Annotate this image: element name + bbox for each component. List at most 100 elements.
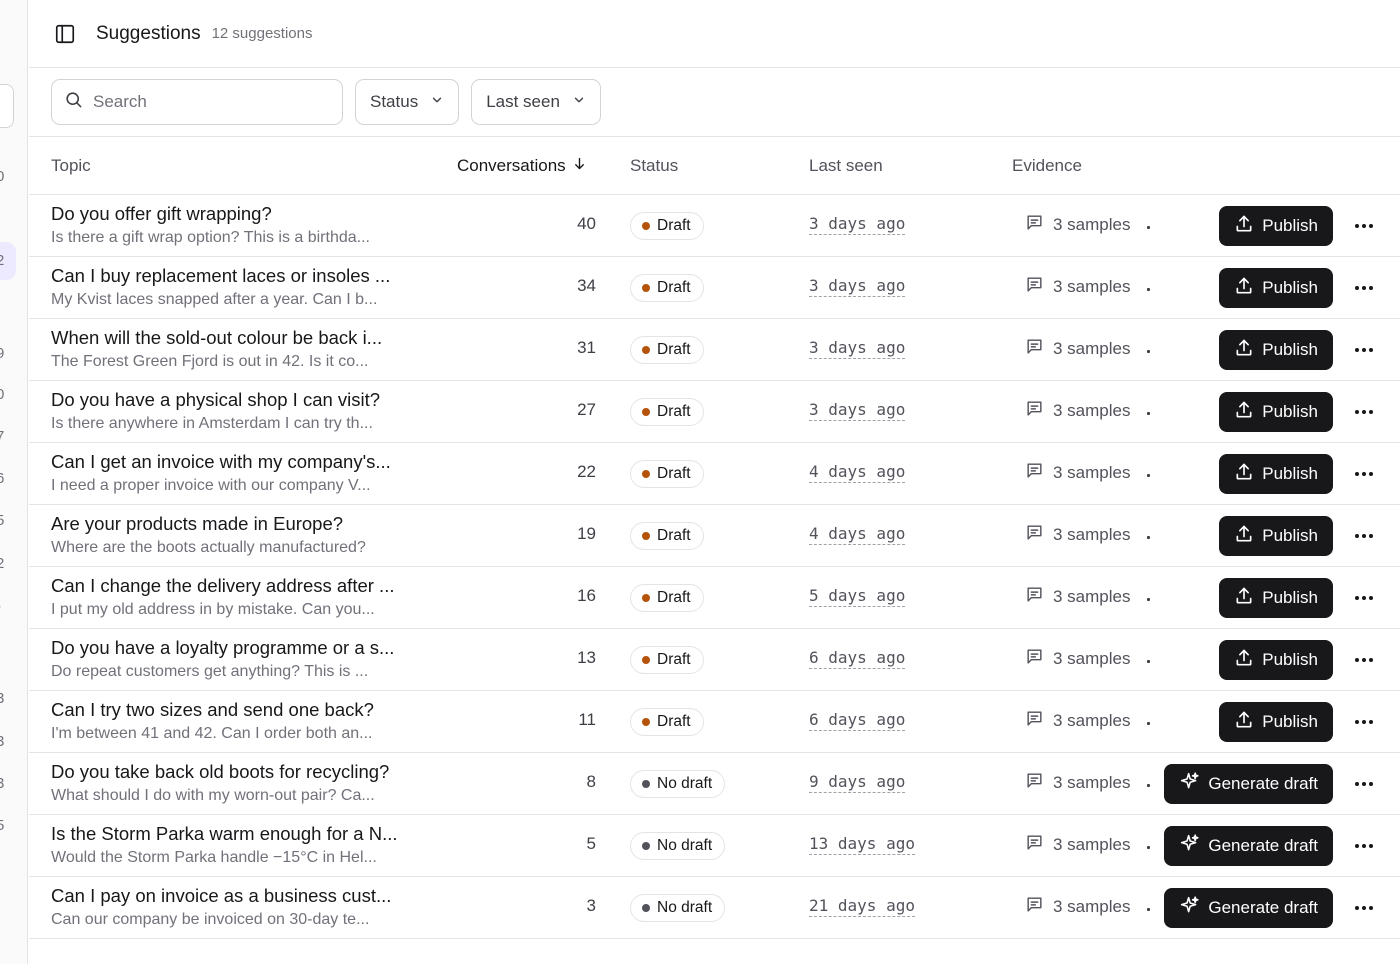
more-options-icon[interactable] bbox=[1351, 213, 1377, 239]
search-box[interactable] bbox=[51, 79, 343, 125]
publish-button[interactable]: Publish bbox=[1219, 516, 1333, 556]
table-row[interactable]: Is the Storm Parka warm enough for a N..… bbox=[29, 815, 1400, 877]
publish-button[interactable]: Publish bbox=[1219, 330, 1333, 370]
status-label: Draft bbox=[657, 713, 691, 730]
more-options-icon[interactable] bbox=[1351, 275, 1377, 301]
more-options-icon[interactable] bbox=[1351, 337, 1377, 363]
evidence-link[interactable]: 3 samples bbox=[1025, 585, 1130, 609]
topic-question[interactable]: When will the sold-out colour be back i.… bbox=[51, 327, 421, 349]
table-row[interactable]: Can I change the delivery address after … bbox=[29, 567, 1400, 629]
more-options-icon[interactable] bbox=[1351, 647, 1377, 673]
more-options-icon[interactable] bbox=[1351, 771, 1377, 797]
evidence-link[interactable]: 3 samples bbox=[1025, 275, 1130, 299]
publish-button[interactable]: Publish bbox=[1219, 268, 1333, 308]
evidence-link[interactable]: 3 samples bbox=[1025, 213, 1130, 237]
table-row[interactable]: Can I pay on invoice as a business cust.… bbox=[29, 877, 1400, 939]
column-header-status[interactable]: Status bbox=[630, 156, 678, 176]
evidence-link[interactable]: 3 samples bbox=[1025, 771, 1130, 795]
more-options-icon[interactable] bbox=[1351, 399, 1377, 425]
sparkle-icon bbox=[1179, 833, 1200, 859]
topic-question[interactable]: Can I get an invoice with my company's..… bbox=[51, 451, 421, 473]
upload-icon bbox=[1234, 524, 1254, 549]
publish-button[interactable]: Publish bbox=[1219, 454, 1333, 494]
table-row[interactable]: Can I buy replacement laces or insoles .… bbox=[29, 257, 1400, 319]
last-seen-filter-label: Last seen bbox=[486, 92, 560, 111]
topic-question[interactable]: Can I try two sizes and send one back? bbox=[51, 699, 421, 721]
last-seen-value[interactable]: 6 days ago bbox=[809, 710, 906, 731]
last-seen-value[interactable]: 4 days ago bbox=[809, 524, 906, 545]
table-row[interactable]: Do you take back old boots for recycling… bbox=[29, 753, 1400, 815]
last-seen-value[interactable]: 9 days ago bbox=[809, 772, 906, 793]
table-body: Do you offer gift wrapping? Is there a g… bbox=[29, 195, 1400, 939]
last-seen-value[interactable]: 3 days ago bbox=[809, 400, 906, 421]
topic-sample: Do repeat customers get anything? This i… bbox=[51, 663, 369, 680]
last-seen-value[interactable]: 4 days ago bbox=[809, 462, 906, 483]
publish-button[interactable]: Publish bbox=[1219, 578, 1333, 618]
column-header-last-seen[interactable]: Last seen bbox=[809, 156, 883, 176]
topic-question[interactable]: Can I pay on invoice as a business cust.… bbox=[51, 885, 421, 907]
more-options-icon[interactable] bbox=[1351, 709, 1377, 735]
topic-question[interactable]: Can I buy replacement laces or insoles .… bbox=[51, 265, 421, 287]
topic-cell: Can I try two sizes and send one back? I… bbox=[51, 699, 421, 744]
table-row[interactable]: Do you offer gift wrapping? Is there a g… bbox=[29, 195, 1400, 257]
status-filter-button[interactable]: Status bbox=[355, 79, 460, 125]
more-options-icon[interactable] bbox=[1351, 895, 1377, 921]
sidebar-toggle-icon[interactable] bbox=[53, 22, 77, 46]
column-header-topic[interactable]: Topic bbox=[51, 156, 91, 176]
evidence-link[interactable]: 3 samples bbox=[1025, 709, 1130, 733]
more-options-icon[interactable] bbox=[1351, 833, 1377, 859]
topic-question[interactable]: Do you have a loyalty programme or a s..… bbox=[51, 637, 421, 659]
upload-icon bbox=[1234, 462, 1254, 487]
generate-draft-button[interactable]: Generate draft bbox=[1164, 764, 1333, 804]
generate-draft-button[interactable]: Generate draft bbox=[1164, 888, 1333, 928]
conversation-count: 5 bbox=[586, 834, 596, 853]
topic-cell: Do you have a physical shop I can visit?… bbox=[51, 389, 421, 434]
publish-button[interactable]: Publish bbox=[1219, 392, 1333, 432]
more-options-icon[interactable] bbox=[1351, 461, 1377, 487]
more-options-icon[interactable] bbox=[1351, 523, 1377, 549]
status-dot-icon bbox=[642, 408, 650, 416]
nav-collapsed-control[interactable] bbox=[0, 84, 14, 128]
conversation-count: 3 bbox=[586, 896, 596, 915]
table-row[interactable]: Do you have a physical shop I can visit?… bbox=[29, 381, 1400, 443]
evidence-link[interactable]: 3 samples bbox=[1025, 647, 1130, 671]
last-seen-value[interactable]: 3 days ago bbox=[809, 276, 906, 297]
last-seen-value[interactable]: 3 days ago bbox=[809, 214, 906, 235]
status-dot-icon bbox=[642, 470, 650, 478]
message-icon bbox=[1025, 895, 1044, 919]
last-seen-value[interactable]: 5 days ago bbox=[809, 586, 906, 607]
evidence-link[interactable]: 3 samples bbox=[1025, 833, 1130, 857]
topic-question[interactable]: Is the Storm Parka warm enough for a N..… bbox=[51, 823, 421, 845]
evidence-link[interactable]: 3 samples bbox=[1025, 399, 1130, 423]
column-header-conversations[interactable]: Conversations bbox=[457, 156, 587, 176]
separator-dot bbox=[1147, 226, 1150, 229]
last-seen-value[interactable]: 13 days ago bbox=[809, 834, 915, 855]
topic-question[interactable]: Do you offer gift wrapping? bbox=[51, 203, 421, 225]
topic-question[interactable]: Do you take back old boots for recycling… bbox=[51, 761, 421, 783]
last-seen-value[interactable]: 21 days ago bbox=[809, 896, 915, 917]
search-input[interactable] bbox=[93, 92, 333, 112]
evidence-link[interactable]: 3 samples bbox=[1025, 523, 1130, 547]
publish-button[interactable]: Publish bbox=[1219, 640, 1333, 680]
last-seen-value[interactable]: 6 days ago bbox=[809, 648, 906, 669]
last-seen-filter-button[interactable]: Last seen bbox=[471, 79, 601, 125]
publish-button[interactable]: Publish bbox=[1219, 206, 1333, 246]
topic-sample: I put my old address in by mistake. Can … bbox=[51, 601, 375, 618]
table-row[interactable]: Can I get an invoice with my company's..… bbox=[29, 443, 1400, 505]
table-row[interactable]: When will the sold-out colour be back i.… bbox=[29, 319, 1400, 381]
topic-question[interactable]: Are your products made in Europe? bbox=[51, 513, 421, 535]
topic-question[interactable]: Do you have a physical shop I can visit? bbox=[51, 389, 421, 411]
publish-button[interactable]: Publish bbox=[1219, 702, 1333, 742]
evidence-link[interactable]: 3 samples bbox=[1025, 461, 1130, 485]
more-options-icon[interactable] bbox=[1351, 585, 1377, 611]
generate-draft-button[interactable]: Generate draft bbox=[1164, 826, 1333, 866]
status-badge: No draft bbox=[630, 770, 726, 798]
topic-question[interactable]: Can I change the delivery address after … bbox=[51, 575, 421, 597]
table-row[interactable]: Do you have a loyalty programme or a s..… bbox=[29, 629, 1400, 691]
evidence-link[interactable]: 3 samples bbox=[1025, 895, 1130, 919]
column-header-evidence[interactable]: Evidence bbox=[1012, 156, 1082, 176]
last-seen-value[interactable]: 3 days ago bbox=[809, 338, 906, 359]
evidence-link[interactable]: 3 samples bbox=[1025, 337, 1130, 361]
table-row[interactable]: Can I try two sizes and send one back? I… bbox=[29, 691, 1400, 753]
table-row[interactable]: Are your products made in Europe? Where … bbox=[29, 505, 1400, 567]
